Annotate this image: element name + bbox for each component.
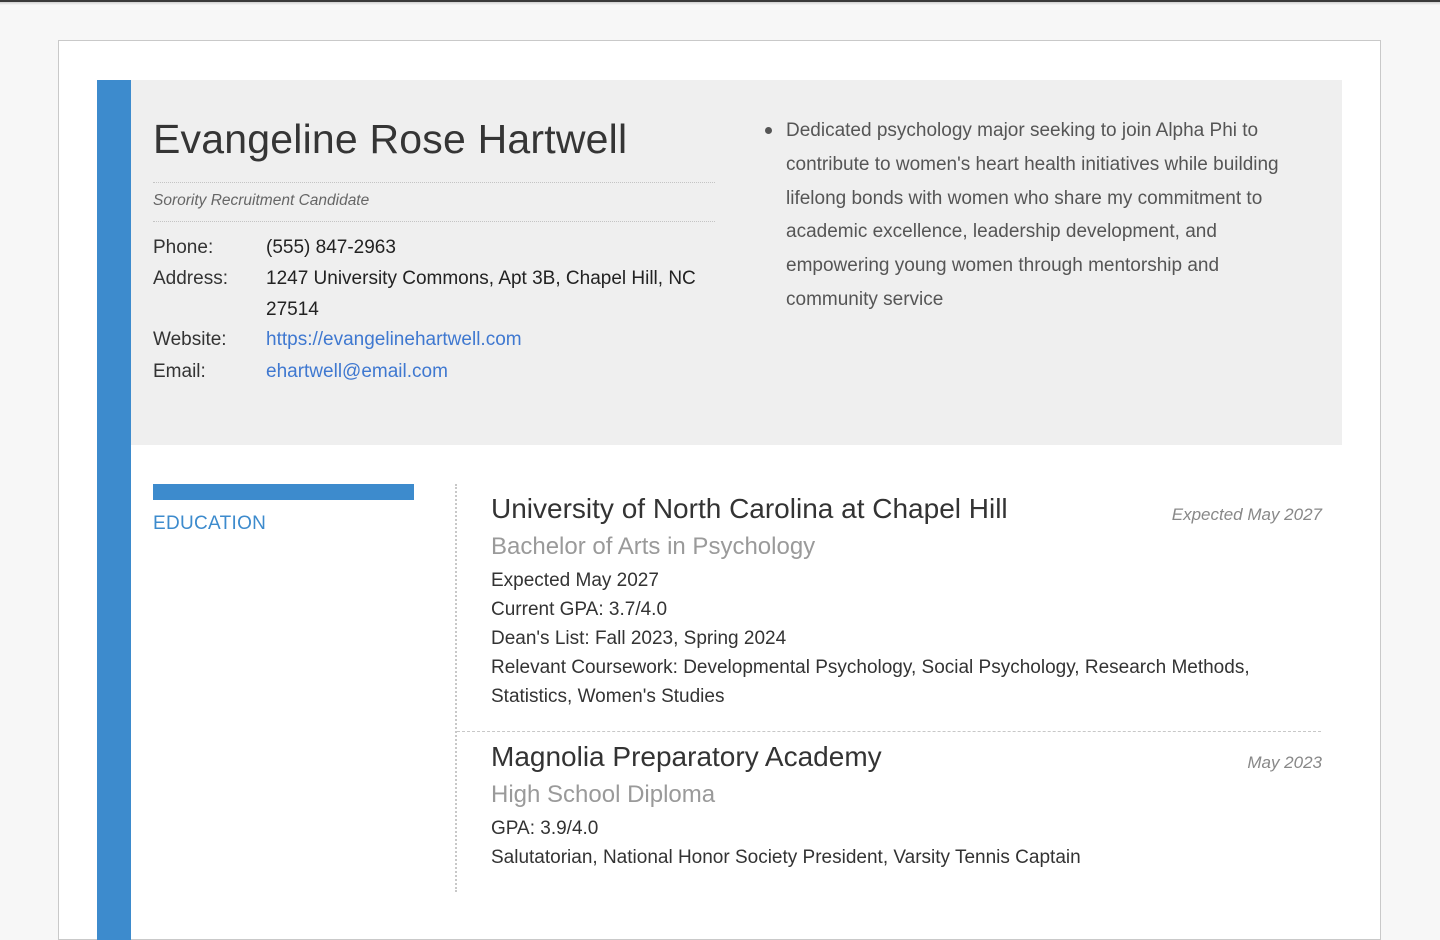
section-accent-bar: [153, 484, 414, 500]
accent-bar: [97, 80, 131, 940]
education-detail: Salutatorian, National Honor Society Pre…: [491, 847, 1081, 868]
objective-line: lifelong bonds with women who share my c…: [786, 187, 1263, 209]
objective-line: contribute to women's heart health initi…: [786, 153, 1279, 175]
phone-value: (555) 847-2963: [266, 237, 396, 258]
education-date: May 2023: [1247, 753, 1322, 772]
degree-name: High School Diploma: [491, 781, 716, 808]
subtitle-divider: [153, 221, 715, 222]
institution-name: University of North Carolina at Chapel H…: [491, 493, 1008, 524]
education-detail: Dean's List: Fall 2023, Spring 2024: [491, 628, 787, 649]
candidate-name: Evangeline Rose Hartwell: [153, 116, 628, 162]
website-link[interactable]: https://evangelinehartwell.com: [266, 329, 522, 351]
email-label: Email:: [153, 361, 206, 382]
phone-label: Phone:: [153, 237, 214, 258]
email-link[interactable]: ehartwell@email.com: [266, 361, 448, 383]
address-label: Address:: [153, 268, 228, 289]
objective-line: empowering young women through mentorshi…: [786, 255, 1220, 277]
education-detail: Relevant Coursework: Developmental Psych…: [491, 657, 1250, 678]
institution-name: Magnolia Preparatory Academy: [491, 741, 882, 772]
objective-line: community service: [786, 289, 944, 310]
education-detail: Current GPA: 3.7/4.0: [491, 599, 668, 620]
education-detail: GPA: 3.9/4.0: [491, 818, 599, 839]
address-value: 1247 University Commons, Apt 3B, Chapel …: [266, 268, 696, 289]
education-detail: Statistics, Women's Studies: [491, 686, 725, 707]
degree-name: Bachelor of Arts in Psychology: [491, 533, 816, 560]
education-detail: Expected May 2027: [491, 570, 659, 591]
education-date: Expected May 2027: [1171, 505, 1322, 524]
name-divider: [153, 182, 715, 183]
section-vertical-divider: [455, 484, 457, 892]
entry-divider: [457, 731, 1321, 732]
address-value-line2: 27514: [266, 299, 319, 320]
bullet-icon: [765, 127, 772, 134]
window-top-shadow: [0, 2, 1440, 5]
objective-line: Dedicated psychology major seeking to jo…: [786, 120, 1259, 141]
website-label: Website:: [153, 329, 227, 350]
objective-line: academic excellence, leadership developm…: [786, 221, 1217, 243]
candidate-subtitle: Sorority Recruitment Candidate: [153, 192, 370, 209]
section-title-education: EDUCATION: [153, 513, 267, 534]
